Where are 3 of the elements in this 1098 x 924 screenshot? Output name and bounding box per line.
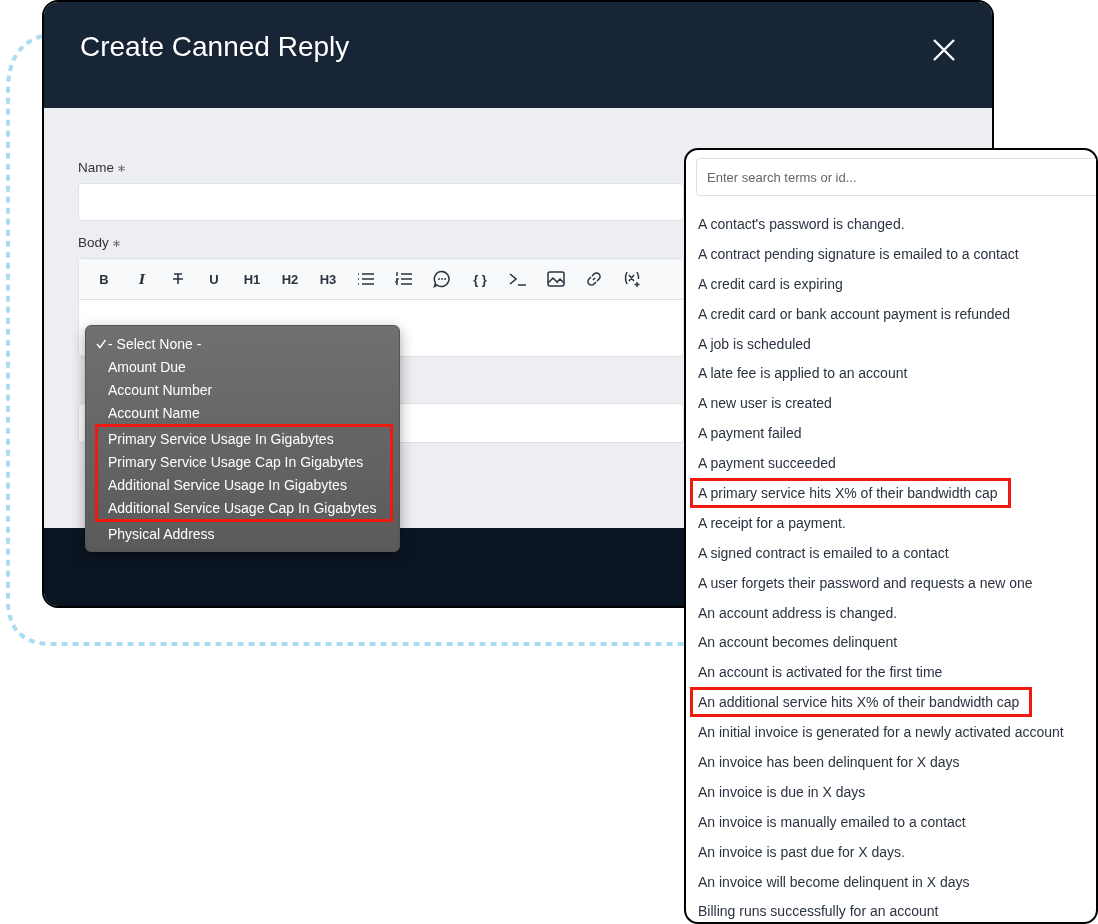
field-label: Name (78, 160, 114, 175)
modal-title: Create Canned Reply (80, 31, 350, 63)
field-label: Body (78, 235, 109, 250)
